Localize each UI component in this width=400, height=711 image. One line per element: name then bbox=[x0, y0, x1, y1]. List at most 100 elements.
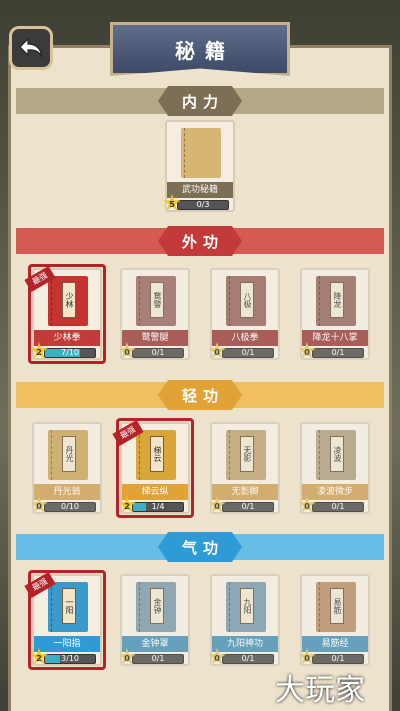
book-card[interactable]: 降龙 降龙十八掌 0/1 0 bbox=[298, 268, 370, 360]
category-label: 气功 bbox=[181, 538, 224, 557]
book-spine bbox=[229, 430, 232, 480]
progress-text: 0/1 bbox=[331, 654, 345, 663]
book-card[interactable]: 无影 无影脚 0/1 0 bbox=[208, 422, 280, 514]
book-spine bbox=[51, 276, 54, 326]
book-icon: 易筋 bbox=[316, 582, 356, 632]
progress-bar: 0/10 bbox=[44, 502, 96, 512]
progress-text: 0/1 bbox=[151, 654, 165, 663]
book-spine bbox=[139, 582, 142, 632]
book-name: 丹光翁 bbox=[34, 484, 100, 500]
book-card[interactable]: 凌波 凌波微步 0/1 0 bbox=[298, 422, 370, 514]
progress-bar: 0/1 bbox=[312, 502, 364, 512]
book-card[interactable]: 九阳 九阳神功 0/1 0 bbox=[208, 574, 280, 666]
book-spine bbox=[229, 276, 232, 326]
book-name: 九阳神功 bbox=[212, 636, 278, 652]
book-name: 少林拳 bbox=[34, 330, 100, 346]
book-name: 降龙十八掌 bbox=[302, 330, 368, 346]
book-icon: 一阳 bbox=[48, 582, 88, 632]
category-label: 内力 bbox=[181, 92, 224, 111]
progress-bar: 0/1 bbox=[132, 654, 184, 664]
book-cover-tag: 梯云 bbox=[150, 436, 164, 472]
book-card[interactable]: 金钟 金钟罩 0/1 0 bbox=[118, 574, 190, 666]
book-cover-tag: 无影 bbox=[240, 436, 254, 472]
book-cover-tag: 八极 bbox=[240, 282, 254, 318]
progress-text: 7/10 bbox=[61, 348, 79, 357]
book-spine bbox=[139, 276, 142, 326]
progress-fill bbox=[133, 503, 146, 511]
progress-bar: 7/10 bbox=[44, 348, 96, 358]
book-icon: 凌波 bbox=[316, 430, 356, 480]
book-name: 金钟罩 bbox=[122, 636, 188, 652]
book-spine bbox=[51, 582, 54, 632]
book-cover-tag: 易筋 bbox=[330, 588, 344, 624]
book-name: 八极拳 bbox=[212, 330, 278, 346]
progress-text: 0/1 bbox=[241, 654, 255, 663]
book-cover-tag: 降龙 bbox=[330, 282, 344, 318]
progress-text: 0/3 bbox=[196, 200, 210, 209]
category-plate: 外功 bbox=[158, 226, 242, 256]
book-name: 一阳指 bbox=[34, 636, 100, 652]
book-cover-tag: 鹜警 bbox=[150, 282, 164, 318]
progress-text: 1/4 bbox=[151, 502, 165, 511]
category-plate: 轻功 bbox=[158, 380, 242, 410]
book-name: 武功秘籍 bbox=[167, 182, 233, 198]
category-label: 外功 bbox=[181, 232, 224, 251]
watermark-text: 大玩家 bbox=[275, 673, 365, 708]
book-icon: 降龙 bbox=[316, 276, 356, 326]
progress-fill bbox=[45, 655, 60, 663]
book-cover-tag: 少林 bbox=[62, 282, 76, 318]
book-name: 凌波微步 bbox=[302, 484, 368, 500]
book-card[interactable]: 易筋 易筋经 0/1 0 bbox=[298, 574, 370, 666]
book-icon: 少林 bbox=[48, 276, 88, 326]
progress-bar: 0/3 bbox=[177, 200, 229, 210]
progress-text: 3/10 bbox=[61, 654, 79, 663]
category-banner: 外功 bbox=[16, 224, 384, 258]
book-cover-tag: 丹光 bbox=[62, 436, 76, 472]
progress-text: 0/10 bbox=[61, 502, 79, 511]
category-plate: 内力 bbox=[158, 86, 242, 116]
book-icon bbox=[181, 128, 221, 178]
book-icon: 梯云 bbox=[136, 430, 176, 480]
book-card[interactable]: 武功秘籍 0/3 5 bbox=[163, 120, 235, 212]
book-card[interactable]: 八极 八极拳 0/1 0 bbox=[208, 268, 280, 360]
book-name: 梯云纵 bbox=[122, 484, 188, 500]
progress-bar: 0/1 bbox=[312, 348, 364, 358]
book-card[interactable]: 鹜警 鹜警腿 0/1 0 bbox=[118, 268, 190, 360]
category-banner: 气功 bbox=[16, 530, 384, 564]
book-icon: 无影 bbox=[226, 430, 266, 480]
book-spine bbox=[319, 582, 322, 632]
book-spine bbox=[139, 430, 142, 480]
book-icon: 九阳 bbox=[226, 582, 266, 632]
book-card[interactable]: 丹光 丹光翁 0/10 0 bbox=[30, 422, 102, 514]
back-arrow-icon bbox=[19, 37, 43, 58]
book-cover-tag: 凌波 bbox=[330, 436, 344, 472]
book-icon: 八极 bbox=[226, 276, 266, 326]
book-spine bbox=[319, 276, 322, 326]
book-cover-tag: 一阳 bbox=[62, 588, 76, 624]
page-title: 秘籍 bbox=[175, 38, 235, 63]
book-cover-tag: 九阳 bbox=[240, 588, 254, 624]
book-spine bbox=[184, 128, 187, 178]
progress-bar: 3/10 bbox=[44, 654, 96, 664]
progress-text: 0/1 bbox=[331, 502, 345, 511]
book-name: 无影脚 bbox=[212, 484, 278, 500]
book-icon: 鹜警 bbox=[136, 276, 176, 326]
progress-bar: 0/1 bbox=[312, 654, 364, 664]
book-cover-tag: 金钟 bbox=[150, 588, 164, 624]
progress-text: 0/1 bbox=[241, 502, 255, 511]
book-name: 易筋经 bbox=[302, 636, 368, 652]
book-icon: 丹光 bbox=[48, 430, 88, 480]
back-button[interactable] bbox=[9, 26, 53, 70]
book-spine bbox=[319, 430, 322, 480]
progress-text: 0/1 bbox=[331, 348, 345, 357]
book-spine bbox=[51, 430, 54, 480]
progress-bar: 1/4 bbox=[132, 502, 184, 512]
category-banner: 内力 bbox=[16, 84, 384, 118]
category-label: 轻功 bbox=[181, 386, 224, 405]
category-banner: 轻功 bbox=[16, 378, 384, 412]
progress-text: 0/1 bbox=[241, 348, 255, 357]
progress-text: 0/1 bbox=[151, 348, 165, 357]
progress-bar: 0/1 bbox=[222, 502, 274, 512]
progress-bar: 0/1 bbox=[222, 348, 274, 358]
book-icon: 金钟 bbox=[136, 582, 176, 632]
